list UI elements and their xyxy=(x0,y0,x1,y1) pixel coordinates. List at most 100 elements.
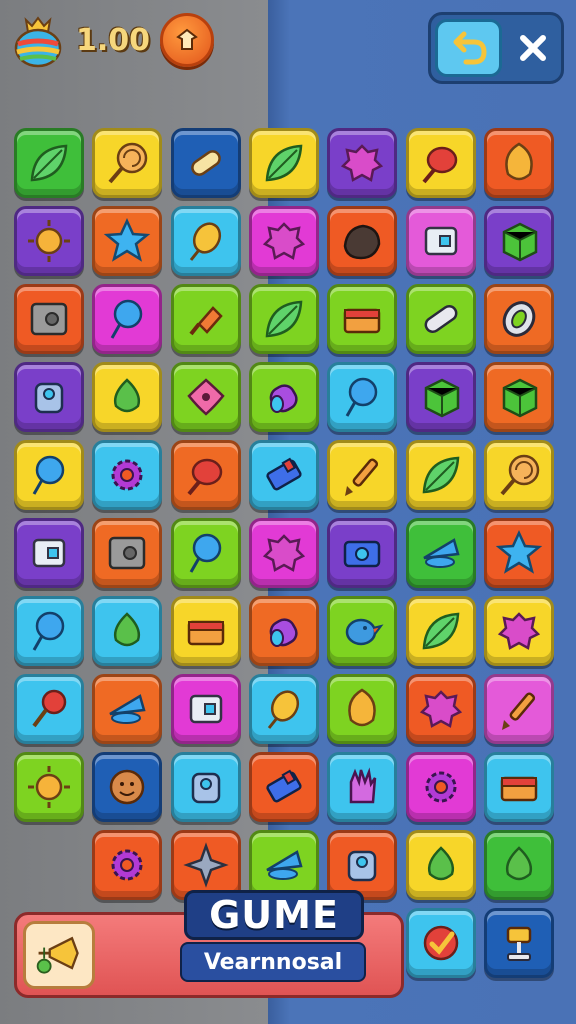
tile-r2-c1[interactable] xyxy=(14,206,84,276)
tile-r10-c6[interactable] xyxy=(406,830,476,900)
tile-r5-c6[interactable] xyxy=(406,440,476,510)
undo-icon xyxy=(453,31,487,65)
gear-icon xyxy=(111,459,143,491)
tile-r2-c3[interactable] xyxy=(171,206,241,276)
face-icon xyxy=(109,769,145,805)
cube-icon xyxy=(424,378,460,418)
tile-r4-c7[interactable] xyxy=(484,362,554,432)
tile-r8-c5[interactable] xyxy=(327,674,397,744)
close-button[interactable] xyxy=(510,19,557,77)
tile-r2-c4[interactable] xyxy=(249,206,319,276)
tile-r7-c5[interactable] xyxy=(327,596,397,666)
blob-icon xyxy=(340,144,384,182)
battery-icon xyxy=(266,457,302,491)
undo-button[interactable] xyxy=(435,19,502,77)
tile-r8-c6[interactable] xyxy=(406,674,476,744)
tile-r3-c5[interactable] xyxy=(327,284,397,354)
lamp-icon xyxy=(506,926,532,961)
leaf-icon xyxy=(422,612,460,650)
tile-r6-c2[interactable] xyxy=(92,518,162,588)
cube-icon xyxy=(502,378,538,418)
tile-r9-c6[interactable] xyxy=(406,752,476,822)
tile-r3-c2[interactable] xyxy=(92,284,162,354)
tile-r4-c5[interactable] xyxy=(327,362,397,432)
tile-r1-c3[interactable] xyxy=(171,128,241,198)
tile-r7-c4[interactable] xyxy=(249,596,319,666)
tile-r3-c4[interactable] xyxy=(249,284,319,354)
tile-r1-c2[interactable] xyxy=(92,128,162,198)
tile-r3-c6[interactable] xyxy=(406,284,476,354)
cone-icon xyxy=(266,850,303,880)
tile-r4-c6[interactable] xyxy=(406,362,476,432)
tile-r4-c1[interactable] xyxy=(14,362,84,432)
tile-r8-c1[interactable] xyxy=(14,674,84,744)
logo-subtitle-box: Vearnnosal xyxy=(180,942,366,982)
tile-r5-c5[interactable] xyxy=(327,440,397,510)
tile-r6-c6[interactable] xyxy=(406,518,476,588)
tile-r6-c3[interactable] xyxy=(171,518,241,588)
hud-left: 1.00 xyxy=(10,8,215,72)
shop-button[interactable] xyxy=(160,13,215,67)
gear-icon xyxy=(425,771,457,803)
camera-icon xyxy=(343,540,381,568)
lollipop-icon xyxy=(500,454,540,496)
tile-r2-c7[interactable] xyxy=(484,206,554,276)
tile-r1-c4[interactable] xyxy=(249,128,319,198)
tile-r7-c2[interactable] xyxy=(92,596,162,666)
tile-r5-c1[interactable] xyxy=(14,440,84,510)
tile-r5-c4[interactable] xyxy=(249,440,319,510)
tile-r8-c4[interactable] xyxy=(249,674,319,744)
tile-r2-c2[interactable] xyxy=(92,206,162,276)
tile-r9-c2[interactable] xyxy=(92,752,162,822)
chest-icon xyxy=(343,308,381,334)
tile-r8-c7[interactable] xyxy=(484,674,554,744)
tile-r7-c7[interactable] xyxy=(484,596,554,666)
gear-icon xyxy=(111,849,143,881)
battery-icon xyxy=(266,769,302,803)
tile-r4-c4[interactable] xyxy=(249,362,319,432)
tile-r1-c7[interactable] xyxy=(484,128,554,198)
drop-icon xyxy=(427,846,455,881)
tile-r6-c7[interactable] xyxy=(484,518,554,588)
tile-r8-c2[interactable] xyxy=(92,674,162,744)
tile-r9-c7[interactable] xyxy=(484,752,554,822)
tile-r1-c1[interactable] xyxy=(14,128,84,198)
tile-r5-c7[interactable] xyxy=(484,440,554,510)
tile-r4-c2[interactable] xyxy=(92,362,162,432)
tile-r6-c4[interactable] xyxy=(249,518,319,588)
tile-r2-c5[interactable] xyxy=(327,206,397,276)
bean-icon xyxy=(267,690,300,729)
blob-icon xyxy=(262,222,306,260)
tile-r9-c5[interactable] xyxy=(327,752,397,822)
tile-r7-c6[interactable] xyxy=(406,596,476,666)
tile-r3-c7[interactable] xyxy=(484,284,554,354)
tile-r6-c1[interactable] xyxy=(14,518,84,588)
tile-r11-c6[interactable] xyxy=(406,908,476,978)
tile-r9-c3[interactable] xyxy=(171,752,241,822)
drop-icon xyxy=(113,378,141,413)
tile-r11-c7[interactable] xyxy=(484,908,554,978)
tile-r3-c1[interactable] xyxy=(14,284,84,354)
tile-r1-c6[interactable] xyxy=(406,128,476,198)
logo-subtitle: Vearnnosal xyxy=(203,949,343,975)
tile-r8-c3[interactable] xyxy=(171,674,241,744)
tile-r7-c3[interactable] xyxy=(171,596,241,666)
chest-icon xyxy=(187,620,225,646)
tile-r1-c5[interactable] xyxy=(327,128,397,198)
tile-r7-c1[interactable] xyxy=(14,596,84,666)
booster-button[interactable] xyxy=(23,921,95,989)
bean-icon xyxy=(189,222,222,261)
tile-r9-c1[interactable] xyxy=(14,752,84,822)
tile-r5-c3[interactable] xyxy=(171,440,241,510)
tile-r3-c3[interactable] xyxy=(171,284,241,354)
tile-r6-c5[interactable] xyxy=(327,518,397,588)
tile-r5-c2[interactable] xyxy=(92,440,162,510)
coin-bag-icon xyxy=(10,12,66,68)
tile-r2-c6[interactable] xyxy=(406,206,476,276)
tile-r4-c3[interactable] xyxy=(171,362,241,432)
tile-r10-c2[interactable] xyxy=(92,830,162,900)
tile-r10-c7[interactable] xyxy=(484,830,554,900)
can-icon xyxy=(269,618,298,647)
tile-r9-c4[interactable] xyxy=(249,752,319,822)
star-icon xyxy=(103,218,151,262)
